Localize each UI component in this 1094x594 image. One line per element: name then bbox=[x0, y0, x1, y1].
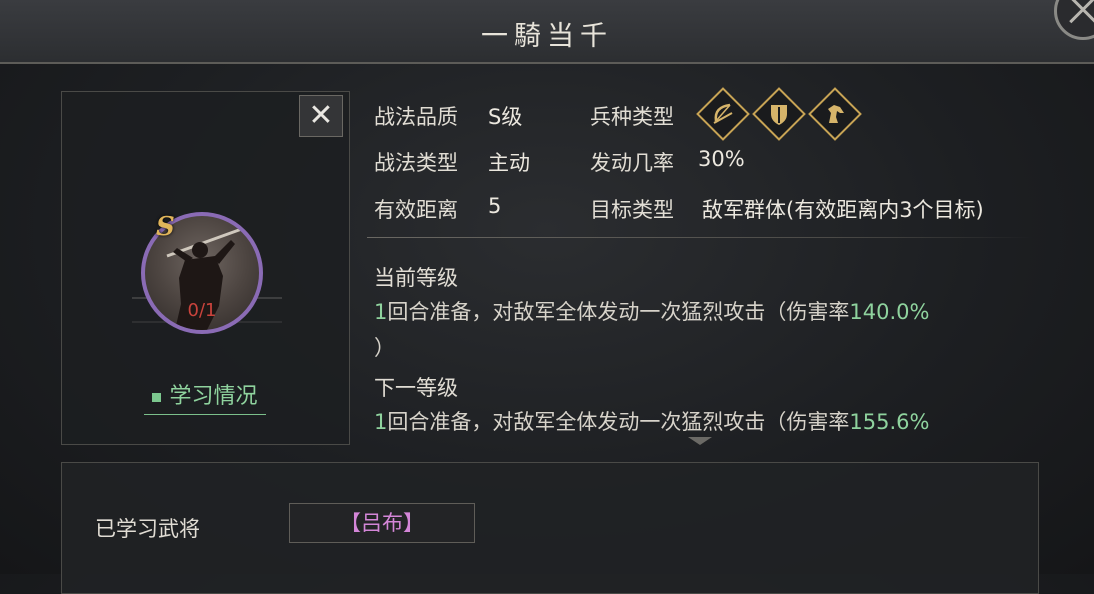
skill-level: 0/1 bbox=[187, 300, 217, 321]
quality-value: S级 bbox=[488, 105, 523, 129]
range-label: 有效距离 bbox=[374, 198, 458, 222]
current-level-description: 1回合准备，对敌军全体发动一次猛烈攻击（伤害率140.0% ） bbox=[374, 294, 1034, 366]
skill-card: ✕ S 0/1 学习情况 bbox=[61, 91, 350, 445]
next-prep-rounds: 1 bbox=[374, 410, 388, 434]
current-prep-rounds: 1 bbox=[374, 300, 388, 324]
type-value: 主动 bbox=[488, 151, 530, 175]
next-effect-text: 回合准备，对敌军全体发动一次猛烈攻击（伤害率 bbox=[387, 410, 850, 434]
card-close-button[interactable]: ✕ bbox=[299, 95, 343, 137]
next-level-description: 1回合准备，对敌军全体发动一次猛烈攻击（伤害率155.6% bbox=[374, 404, 1034, 440]
trigger-rate-value: 30% bbox=[698, 147, 745, 171]
grade-badge: S bbox=[156, 212, 175, 242]
bow-icon bbox=[696, 87, 750, 141]
title-bar: 一騎当千 bbox=[0, 0, 1094, 64]
learned-generals-panel: 已学习武将 【吕布】 bbox=[61, 462, 1039, 594]
skill-title: 一騎当千 bbox=[481, 21, 613, 52]
current-damage-rate: 140.0% bbox=[849, 300, 930, 324]
current-effect-text: 回合准备，对敌军全体发动一次猛烈攻击（伤害率 bbox=[387, 300, 850, 324]
learn-status-label: 学习情况 bbox=[169, 384, 258, 409]
next-level-title: 下一等级 bbox=[374, 376, 458, 400]
next-damage-rate: 155.6% bbox=[849, 410, 930, 434]
scroll-down-icon[interactable] bbox=[688, 437, 712, 445]
current-level-title: 当前等级 bbox=[374, 266, 458, 290]
unit-type-label: 兵种类型 bbox=[590, 105, 674, 129]
shield-icon bbox=[752, 87, 806, 141]
learned-generals-label: 已学习武将 bbox=[95, 517, 200, 541]
learn-status-link[interactable]: 学习情况 bbox=[144, 382, 266, 415]
current-close-paren: ） bbox=[374, 336, 395, 360]
target-type-label: 目标类型 bbox=[590, 198, 674, 222]
square-bullet-icon bbox=[152, 392, 162, 402]
type-label: 战法类型 bbox=[374, 151, 458, 175]
quality-label: 战法品质 bbox=[374, 105, 458, 129]
hero-tag-lubu[interactable]: 【吕布】 bbox=[289, 503, 475, 543]
horse-icon bbox=[808, 87, 862, 141]
trigger-rate-label: 发动几率 bbox=[590, 151, 674, 175]
range-value: 5 bbox=[488, 194, 502, 218]
target-type-value: 敌军群体(有效距离内3个目标) bbox=[702, 198, 984, 222]
divider bbox=[367, 237, 1033, 238]
